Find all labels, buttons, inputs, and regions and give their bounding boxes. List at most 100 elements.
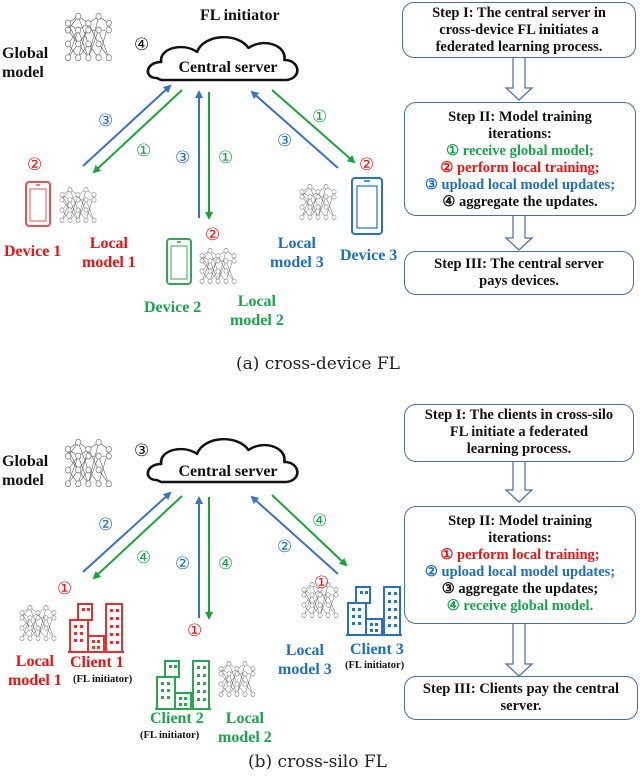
step2-item: ③ upload local model updates; <box>424 177 616 193</box>
panel-b-global-model-icon <box>64 438 112 488</box>
device1-train-marker: ② <box>27 155 43 175</box>
client1-upload-marker: ② <box>98 515 114 535</box>
panel-b-central-server-label: Central server <box>178 463 278 480</box>
step1-line: cross-device FL initiates a <box>439 22 599 38</box>
client2-local-line1: Local <box>225 710 264 727</box>
client2-local-model-icon <box>218 661 256 697</box>
step2-item: ① perform local training; <box>440 547 600 563</box>
panel-b-caption: (b) cross-silo FL <box>248 752 387 772</box>
device2-upload-marker: ③ <box>175 148 191 168</box>
arrow-device1-upload <box>82 84 172 167</box>
client3-download-marker: ④ <box>312 511 328 531</box>
client1-initiator-note: (FL initiator) <box>73 674 133 685</box>
device1-label: Device 1 <box>4 243 62 260</box>
step1-line: learning process. <box>466 441 572 457</box>
device2-phone-icon <box>166 238 192 285</box>
fl-initiator-label: FL initiator <box>200 7 280 24</box>
device1-phone-icon <box>25 181 51 227</box>
step1-line: Step I: The central server in <box>432 5 606 21</box>
panel-a-caption: (a) cross-device FL <box>236 354 400 374</box>
device2-local-model-icon <box>199 248 237 284</box>
step2-title: iterations: <box>488 126 552 142</box>
step2-item: ③ aggregate the updates; <box>441 581 599 597</box>
panel-b-step3-box: Step III: Clients pay the central server… <box>404 676 638 720</box>
step2-item: ① receive global model; <box>446 143 594 159</box>
client3-train-marker: ① <box>314 573 330 593</box>
arrow-device3-upload <box>250 90 339 169</box>
client1-local-model-icon <box>19 605 57 641</box>
client1-train-marker: ① <box>57 579 73 599</box>
step1-line: federated learning process. <box>435 39 603 55</box>
device2-local-line2: model 2 <box>230 312 284 329</box>
device3-train-marker: ② <box>359 155 375 175</box>
panel-a-step2-box: Step II: Model training iterations: ① re… <box>404 102 636 216</box>
device3-local-line2: model 3 <box>270 254 324 271</box>
client1-building-icon <box>68 603 124 653</box>
device3-download-marker: ① <box>312 107 328 127</box>
device2-label: Device 2 <box>144 299 202 316</box>
step2-title: Step II: Model training <box>448 513 592 529</box>
client3-local-line1: Local <box>285 642 324 659</box>
client3-local-line2: model 3 <box>278 661 332 678</box>
step-b-connector-2 <box>504 622 534 677</box>
global-model-line1: Global <box>2 45 49 62</box>
client3-building-icon <box>346 586 402 636</box>
client1-local-line2: model 1 <box>8 672 62 689</box>
step-a-connector-2 <box>504 214 534 251</box>
step-a-connector-1 <box>504 56 534 101</box>
client3-initiator-note: (FL initiator) <box>345 660 405 671</box>
panel-b-aggregate-marker: ③ <box>134 441 150 461</box>
global-model-line2: model <box>2 472 44 489</box>
device1-local-line1: Local <box>89 235 128 252</box>
panel-a-global-model-label: Global model <box>2 44 48 82</box>
panel-b-step2-box: Step II: Model training iterations: ① pe… <box>404 506 636 624</box>
step2-item: ② upload local model updates; <box>424 564 616 580</box>
client1-local-line1: Local <box>15 653 54 670</box>
client3-label: Client 3 <box>350 641 404 658</box>
panel-b-global-model-label: Global model <box>2 452 48 490</box>
device2-download-marker: ① <box>218 148 234 168</box>
client2-upload-marker: ② <box>175 554 191 574</box>
device2-local-line1: Local <box>237 293 276 310</box>
client2-label: Client 2 <box>150 710 204 727</box>
client2-local-model-label: Local model 2 <box>218 709 272 747</box>
client2-initiator-note: (FL initiator) <box>140 730 200 741</box>
step-b-connector-1 <box>504 460 534 503</box>
panel-a-step3-box: Step III: The central server pays device… <box>404 251 634 295</box>
device1-local-line2: model 1 <box>82 254 136 271</box>
device3-phone-icon <box>351 177 383 235</box>
panel-a-global-model-icon <box>64 12 112 62</box>
device1-local-model-label: Local model 1 <box>82 234 136 272</box>
device3-local-model-label: Local model 3 <box>270 234 324 272</box>
client1-local-model-label: Local model 1 <box>8 652 62 690</box>
client2-download-marker: ④ <box>218 554 234 574</box>
client2-train-marker: ① <box>187 621 203 641</box>
device1-local-model-icon <box>59 187 97 223</box>
step3-line: pays devices. <box>479 273 559 289</box>
device3-upload-marker: ③ <box>277 131 293 151</box>
arrow-client1-upload <box>82 491 172 573</box>
panel-a-central-server-label: Central server <box>178 59 278 76</box>
arrow-client3-upload <box>250 495 339 575</box>
device2-local-model-label: Local model 2 <box>230 292 284 330</box>
step2-title: Step II: Model training <box>448 109 592 125</box>
panel-a-step1-box: Step I: The central server in cross-devi… <box>402 2 636 58</box>
step2-title: iterations: <box>488 530 552 546</box>
device1-download-marker: ① <box>136 141 152 161</box>
global-model-line1: Global <box>2 453 49 470</box>
step2-item: ② perform local training; <box>440 160 600 176</box>
step3-line: server. <box>500 698 542 714</box>
step2-item: ④ receive global model. <box>446 598 594 614</box>
panel-b-step1-box: Step I: The clients in cross-silo FL ini… <box>404 404 634 462</box>
client2-local-line2: model 2 <box>218 729 272 746</box>
step3-line: Step III: Clients pay the central <box>422 681 620 697</box>
device3-local-line1: Local <box>277 235 316 252</box>
step1-line: FL initiate a federated <box>449 424 589 440</box>
step3-line: Step III: The central server <box>434 256 604 272</box>
client3-local-model-label: Local model 3 <box>278 641 332 679</box>
client1-download-marker: ④ <box>136 548 152 568</box>
device3-label: Device 3 <box>340 247 398 264</box>
global-model-line2: model <box>2 64 44 81</box>
client2-building-icon <box>155 660 211 710</box>
panel-a-aggregate-marker: ④ <box>134 35 150 55</box>
